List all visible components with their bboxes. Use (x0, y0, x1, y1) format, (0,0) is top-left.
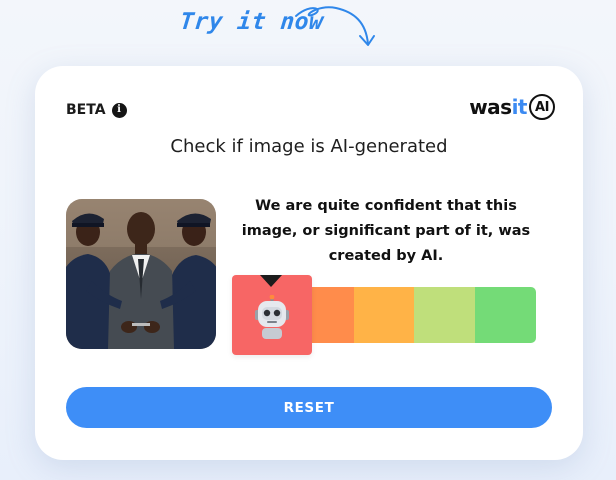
logo-prefix: was (469, 95, 512, 119)
info-icon[interactable]: i (111, 102, 127, 118)
meter-selected-indicator (232, 275, 312, 355)
page-title: Check if image is AI-generated (170, 136, 448, 157)
reset-button[interactable]: RESET (66, 387, 552, 428)
logo-accent: it (511, 95, 528, 119)
pointer-triangle-icon (260, 275, 282, 287)
wasitai-logo[interactable]: was it AI (469, 94, 555, 120)
curved-arrow-icon (295, 6, 375, 46)
uploaded-image-preview (66, 199, 216, 349)
logo-ai-badge: AI (529, 94, 555, 120)
uploaded-image (66, 199, 216, 349)
verdict-text: We are quite confident that this image, … (241, 198, 531, 264)
robot-icon (255, 295, 289, 339)
beta-label: BETA (66, 102, 106, 118)
meter-segment-likely-human (414, 287, 476, 343)
meter-segment-uncertain (353, 287, 415, 343)
meter-segment-human (475, 287, 536, 343)
ai-detector-card: BETA i was it AI Check if image is AI-gene… (35, 66, 583, 460)
beta-indicator: BETA i (66, 102, 127, 118)
